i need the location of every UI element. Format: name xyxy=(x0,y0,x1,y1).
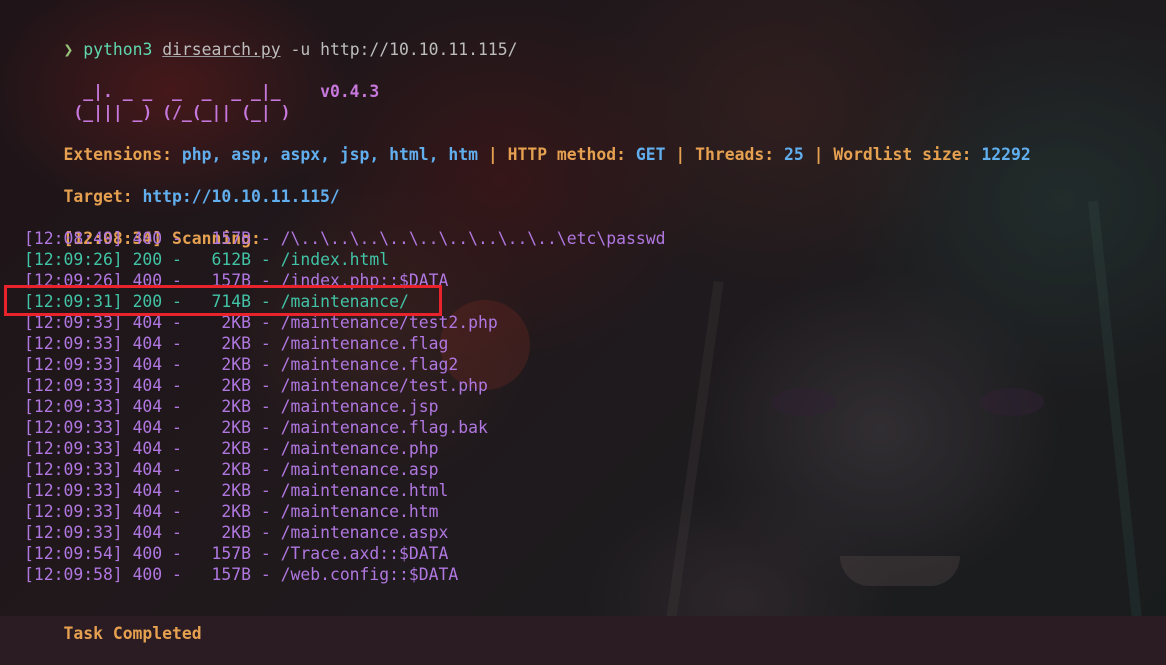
result-time: [12:09:58] xyxy=(24,565,123,584)
table-row: [12:09:33] 404 - 2KB - /maintenance.flag… xyxy=(24,418,488,437)
result-path: /maintenance.flag.bak xyxy=(280,418,488,437)
result-status: 404 xyxy=(132,397,163,416)
scan-start-line: [12:08:34] Scanning: xyxy=(24,207,260,248)
table-row: [12:09:33] 404 - 2KB - /maintenance.jsp xyxy=(24,397,439,416)
result-time: [12:09:33] xyxy=(24,460,123,479)
wordlist-label: Wordlist size: xyxy=(833,145,972,164)
result-status: 400 xyxy=(132,229,163,248)
extensions-value: php, asp, aspx, jsp, html, htm xyxy=(181,145,478,164)
table-row: [12:09:33] 404 - 2KB - /maintenance.html xyxy=(24,481,449,500)
result-time: [12:09:33] xyxy=(24,355,123,374)
footer-line: Task Completed xyxy=(24,602,201,643)
command-program: python3 xyxy=(83,40,153,59)
result-size: 157B xyxy=(201,544,251,563)
wordlist-value: 12292 xyxy=(981,145,1031,164)
table-row: [12:09:58] 400 - 157B - /web.config::$DA… xyxy=(24,565,459,584)
highlight-box xyxy=(4,285,442,316)
method-value: GET xyxy=(635,145,666,164)
result-size: 2KB xyxy=(201,334,251,353)
result-time: [12:09:33] xyxy=(24,502,123,521)
result-size: 2KB xyxy=(201,439,251,458)
target-label: Target: xyxy=(63,187,133,206)
extensions-label: Extensions: xyxy=(63,145,173,164)
threads-label: Threads: xyxy=(695,145,775,164)
separator: | xyxy=(813,145,824,164)
result-size: 612B xyxy=(201,250,251,269)
result-path: /web.config::$DATA xyxy=(280,565,459,584)
result-path: /maintenance.asp xyxy=(280,460,439,479)
result-size: 2KB xyxy=(201,418,251,437)
command-script: dirsearch.py xyxy=(162,40,281,59)
table-row: [12:09:33] 404 - 2KB - /maintenance.php xyxy=(24,439,439,458)
result-time: [12:09:33] xyxy=(24,334,123,353)
result-path: /maintenance/test.php xyxy=(280,376,488,395)
separator: | xyxy=(675,145,686,164)
separator: | xyxy=(487,145,498,164)
target-line: Target: http://10.10.11.115/ xyxy=(24,165,339,206)
result-status: 200 xyxy=(132,250,163,269)
result-status: 404 xyxy=(132,334,163,353)
result-status: 400 xyxy=(132,544,163,563)
result-status: 404 xyxy=(132,502,163,521)
result-size: 2KB xyxy=(201,460,251,479)
table-row: [12:09:33] 404 - 2KB - /maintenance.asp xyxy=(24,460,439,479)
result-status: 404 xyxy=(132,355,163,374)
task-completed-text: Task Completed xyxy=(63,624,202,643)
table-row: [12:09:33] 404 - 2KB - /maintenance.flag xyxy=(24,334,449,353)
result-size: 2KB xyxy=(201,376,251,395)
result-time: [12:09:33] xyxy=(24,397,123,416)
result-size: 2KB xyxy=(201,481,251,500)
result-path: /maintenance.flag2 xyxy=(280,355,459,374)
command-args: -u http://10.10.11.115/ xyxy=(290,40,518,59)
result-path: /maintenance.aspx xyxy=(280,523,449,542)
banner-logo-line2: (_||| _) (/_(_|| (_| ) xyxy=(24,81,290,122)
result-time: [12:08:49] xyxy=(24,229,123,248)
result-status: 404 xyxy=(132,481,163,500)
table-row: [12:08:49] 400 - 157B - /\..\..\..\..\..… xyxy=(24,229,666,248)
prompt-arrow-icon: ❯ xyxy=(63,40,74,59)
table-row: [12:09:33] 404 - 2KB - /maintenance.flag… xyxy=(24,355,459,374)
table-row: [12:09:33] 404 - 2KB - /maintenance.htm xyxy=(24,502,439,521)
result-status: 400 xyxy=(132,565,163,584)
result-path: /index.html xyxy=(280,250,390,269)
table-row: [12:09:33] 404 - 2KB - /maintenance/test… xyxy=(24,376,488,395)
result-time: [12:09:33] xyxy=(24,439,123,458)
banner-logo-text: (_||| _) (/_(_|| (_| ) xyxy=(63,103,291,122)
result-time: [12:09:26] xyxy=(24,250,123,269)
banner-logo-line1: _|. _ _ _ _ _ _|_ v0.4.3 xyxy=(24,60,379,101)
result-size: 157B xyxy=(201,229,251,248)
result-path: /maintenance.htm xyxy=(280,502,439,521)
result-status: 404 xyxy=(132,418,163,437)
result-status: 404 xyxy=(132,376,163,395)
threads-value: 25 xyxy=(783,145,804,164)
result-status: 404 xyxy=(132,523,163,542)
config-line: Extensions: php, asp, aspx, jsp, html, h… xyxy=(24,123,1030,164)
result-time: [12:09:33] xyxy=(24,376,123,395)
result-status: 404 xyxy=(132,439,163,458)
result-size: 2KB xyxy=(201,355,251,374)
table-row: [12:09:54] 400 - 157B - /Trace.axd::$DAT… xyxy=(24,544,449,563)
terminal-output[interactable]: ❯ python3 dirsearch.py -u http://10.10.1… xyxy=(0,0,1166,643)
result-time: [12:09:33] xyxy=(24,481,123,500)
result-path: /Trace.axd::$DATA xyxy=(280,544,449,563)
result-time: [12:09:33] xyxy=(24,523,123,542)
result-time: [12:09:33] xyxy=(24,418,123,437)
table-row: [12:09:33] 404 - 2KB - /maintenance.aspx xyxy=(24,523,449,542)
result-path: /maintenance.flag xyxy=(280,334,449,353)
result-path: /maintenance.html xyxy=(280,481,449,500)
result-size: 157B xyxy=(201,565,251,584)
result-path: /maintenance.php xyxy=(280,439,439,458)
result-size: 2KB xyxy=(201,397,251,416)
target-url: http://10.10.11.115/ xyxy=(142,187,340,206)
banner-version: v0.4.3 xyxy=(320,82,380,101)
result-status: 404 xyxy=(132,460,163,479)
result-path: /\..\..\..\..\..\..\..\..\..\etc\passwd xyxy=(280,229,666,248)
result-size: 2KB xyxy=(201,502,251,521)
result-time: [12:09:54] xyxy=(24,544,123,563)
result-size: 2KB xyxy=(201,523,251,542)
command-line: ❯ python3 dirsearch.py -u http://10.10.1… xyxy=(24,18,517,59)
result-path: /maintenance.jsp xyxy=(280,397,439,416)
method-label: HTTP method: xyxy=(507,145,627,164)
table-row: [12:09:26] 200 - 612B - /index.html xyxy=(24,250,390,269)
